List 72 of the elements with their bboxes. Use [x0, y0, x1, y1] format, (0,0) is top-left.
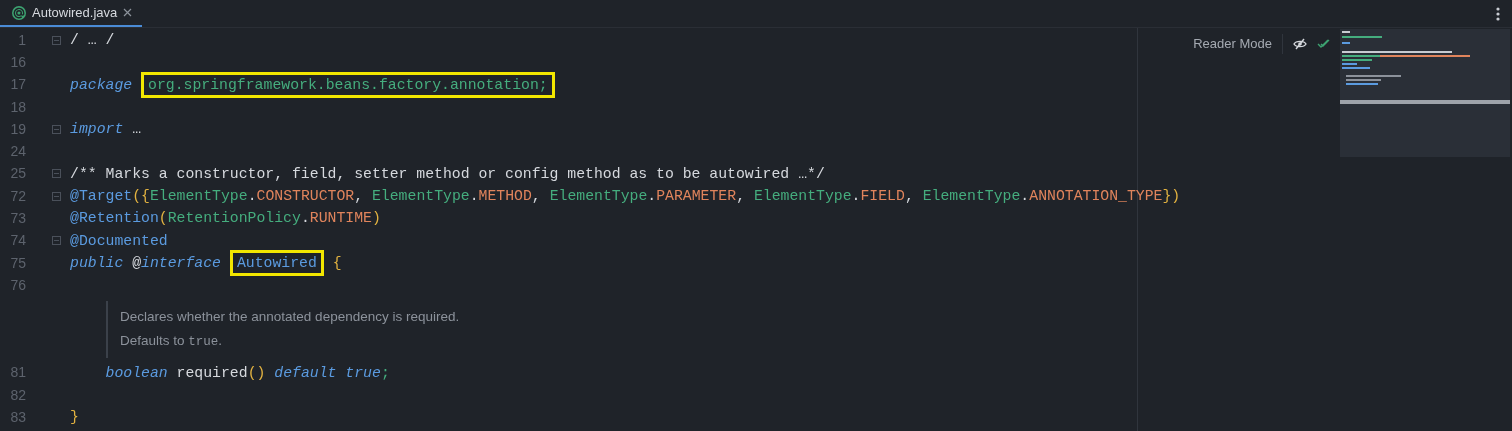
code-token: …	[132, 121, 142, 138]
code-token: ElementType	[922, 188, 1021, 205]
line-number: 83	[9, 407, 26, 427]
code-token: ,	[736, 188, 745, 205]
line-number: 72	[9, 186, 26, 206]
code-token: required	[176, 364, 248, 381]
code-token: ,	[354, 188, 364, 205]
code-token: ()	[247, 364, 266, 381]
reader-mode-label[interactable]: Reader Mode	[1193, 34, 1283, 54]
line-number: 24	[9, 142, 26, 162]
code-token: @Retention	[70, 210, 159, 227]
line-number: 17	[9, 75, 26, 95]
code-token: /** Marks a constructor, field, setter method or config method as to be autowired …*/	[70, 165, 825, 182]
code-token: .	[1020, 188, 1030, 205]
code-token: .	[647, 188, 657, 205]
minimap-drawing[interactable]	[1340, 29, 1510, 157]
code-token: RUNTIME	[309, 210, 372, 227]
code-token: import	[70, 121, 124, 138]
code-token: ElementType	[753, 188, 852, 205]
code-token: PARAMETER	[656, 188, 737, 205]
code-token: @Target	[70, 188, 133, 205]
line-number: 75	[9, 253, 26, 273]
code-token: FIELD	[860, 188, 905, 205]
code-token: METHOD	[478, 188, 532, 205]
line-number: 1	[17, 30, 26, 50]
code-token: (	[158, 210, 168, 227]
doc-text: Defaults to true.	[120, 331, 224, 351]
close-icon[interactable]	[123, 8, 133, 17]
code-token: ,	[531, 188, 541, 205]
doc-text: Declares whether the annotated dependency is required.	[120, 307, 460, 326]
line-number: 76	[9, 275, 26, 295]
line-number: 81	[9, 363, 26, 383]
code-token: })	[1162, 188, 1181, 205]
code-token: public	[70, 255, 124, 271]
code-token: .	[469, 188, 479, 205]
code-token: .	[851, 188, 861, 205]
code-token: @Documented	[70, 232, 168, 249]
code-token: package	[70, 76, 133, 93]
file-tab[interactable]: Autowired.java	[0, 0, 143, 27]
eye-off-icon[interactable]	[1293, 37, 1307, 50]
code-token: default	[274, 364, 337, 381]
double-check-icon[interactable]	[1317, 38, 1330, 50]
line-number: 19	[9, 119, 26, 139]
more-icon[interactable]	[1496, 6, 1500, 21]
code-token: .	[247, 188, 257, 205]
code-token: ANNOTATION_TYPE	[1029, 188, 1163, 205]
code-token: true	[345, 364, 381, 381]
annotation-file-icon	[12, 5, 26, 20]
code-token: ElementType	[149, 188, 248, 205]
line-number: 73	[9, 209, 26, 228]
line-number: 74	[9, 231, 26, 251]
code-token: interface	[141, 255, 221, 271]
line-number: 18	[9, 97, 26, 117]
highlighted-code: org.springframework.beans.factory.annotation;	[141, 71, 555, 98]
code-token: ({	[132, 188, 150, 205]
highlighted-code: Autowired	[229, 250, 324, 276]
line-number: 16	[9, 52, 26, 72]
code-token: {	[332, 255, 342, 271]
code-token: )	[371, 210, 381, 227]
line-number: 82	[9, 385, 26, 405]
code-token: ,	[904, 188, 914, 205]
code-token: ;	[380, 364, 390, 381]
code-token: / … /	[70, 32, 115, 49]
code-token: RetentionPolicy	[167, 210, 301, 227]
line-number: 25	[9, 164, 26, 184]
code-token: CONSTRUCTOR	[256, 188, 355, 205]
code-token: .	[300, 210, 310, 227]
code-token: @	[132, 255, 142, 271]
code-token: ElementType	[372, 188, 470, 205]
code-token: ElementType	[549, 188, 648, 205]
code-token: boolean	[105, 364, 168, 381]
code-token: }	[70, 409, 79, 426]
